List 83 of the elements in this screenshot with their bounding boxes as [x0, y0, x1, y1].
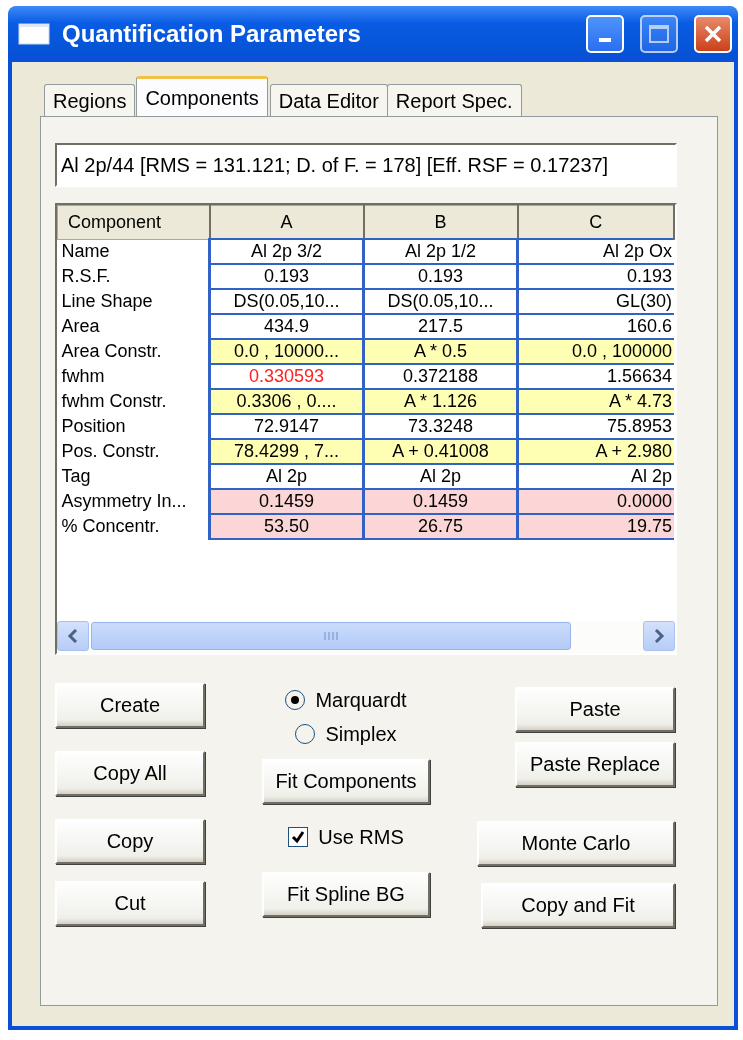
scroll-thumb[interactable] — [91, 622, 571, 650]
table-cell[interactable]: A + 0.41008 — [363, 439, 518, 464]
table-cell[interactable]: 0.193 — [517, 264, 674, 289]
table-cell[interactable]: 75.8953 — [517, 414, 674, 439]
close-button[interactable] — [694, 15, 732, 53]
maximize-icon — [648, 24, 670, 44]
table-cell[interactable]: 0.193 — [363, 264, 518, 289]
row-label: Asymmetry In... — [57, 489, 210, 514]
table-cell[interactable]: Al 2p — [209, 464, 364, 489]
table-cell[interactable]: 73.3248 — [363, 414, 518, 439]
radio-button[interactable] — [285, 690, 306, 710]
action-button[interactable]: Create — [55, 683, 205, 728]
tab[interactable]: Data Editor — [269, 84, 388, 116]
table-cell[interactable]: DS(0.05,10... — [209, 289, 364, 314]
table-cell[interactable]: A * 4.73 — [517, 389, 674, 414]
table-cell[interactable]: 78.4299 , 7... — [209, 439, 364, 464]
table-cell[interactable]: A * 0.5 — [363, 339, 518, 364]
tab[interactable]: Report Spec. — [386, 84, 522, 116]
radio-button[interactable] — [295, 724, 316, 744]
action-button[interactable]: Copy All — [55, 751, 205, 796]
row-label: Area — [57, 314, 210, 339]
table-cell[interactable]: 0.1459 — [209, 489, 364, 514]
action-button[interactable]: Copy — [55, 819, 205, 864]
column-header[interactable]: C — [517, 205, 674, 239]
column-header[interactable]: B — [363, 205, 518, 239]
table-cell[interactable]: Al 2p Ox — [517, 239, 674, 264]
tab[interactable]: Regions — [44, 84, 136, 116]
close-icon — [702, 23, 724, 45]
minimize-button[interactable] — [586, 15, 624, 53]
action-button[interactable]: Copy and Fit — [481, 883, 675, 928]
table-cell[interactable]: 217.5 — [363, 314, 518, 339]
table-cell[interactable]: GL(30) — [517, 289, 674, 314]
fit-components-button[interactable]: Fit Components — [262, 759, 430, 804]
table-cell[interactable]: 0.330593 — [209, 364, 364, 389]
table-cell[interactable]: 0.0 , 100000 — [517, 339, 674, 364]
table-cell[interactable]: 0.0000 — [517, 489, 674, 514]
column-header[interactable]: Component — [57, 205, 210, 239]
table-cell[interactable]: DS(0.05,10... — [363, 289, 518, 314]
column-header[interactable]: A — [209, 205, 364, 239]
table-cell[interactable]: 0.1459 — [363, 489, 518, 514]
radio-label: Marquardt — [315, 688, 407, 712]
row-label: fwhm Constr. — [57, 389, 210, 414]
row-label: Line Shape — [57, 289, 210, 314]
minimize-icon — [599, 38, 611, 42]
table-cell[interactable]: 0.372188 — [363, 364, 518, 389]
table-cell[interactable]: 434.9 — [209, 314, 364, 339]
table-cell[interactable]: 26.75 — [363, 514, 518, 539]
table-cell[interactable]: 1.56634 — [517, 364, 674, 389]
action-button[interactable]: Paste Replace — [515, 742, 675, 787]
table-cell[interactable]: 19.75 — [517, 514, 674, 539]
table-cell[interactable]: 0.0 , 10000... — [209, 339, 364, 364]
fit-spline-button[interactable]: Fit Spline BG — [262, 872, 430, 917]
row-label: Area Constr. — [57, 339, 210, 364]
window-title: Quantification Parameters — [62, 20, 362, 48]
row-label: Tag — [57, 464, 210, 489]
table-cell[interactable]: 53.50 — [209, 514, 364, 539]
row-label: fwhm — [57, 364, 210, 389]
table-cell[interactable]: 0.193 — [209, 264, 364, 289]
table-cell[interactable]: 160.6 — [517, 314, 674, 339]
window-icon — [18, 23, 50, 45]
row-label: Position — [57, 414, 210, 439]
action-button[interactable]: Cut — [55, 881, 205, 926]
row-label: Pos. Constr. — [57, 439, 210, 464]
table-cell[interactable]: Al 2p — [517, 464, 674, 489]
radio-label: Simplex — [325, 722, 397, 746]
tab[interactable]: Components — [136, 76, 268, 116]
row-label: % Concentr. — [57, 514, 210, 539]
row-label: Name — [57, 239, 210, 264]
action-button[interactable]: Monte Carlo — [477, 821, 675, 866]
table-cell[interactable]: A * 1.126 — [363, 389, 518, 414]
action-button[interactable]: Paste — [515, 687, 675, 732]
table-cell[interactable]: Al 2p 3/2 — [209, 239, 364, 264]
table-cell[interactable]: Al 2p — [363, 464, 518, 489]
table-cell[interactable]: 72.9147 — [209, 414, 364, 439]
horizontal-scrollbar[interactable] — [57, 621, 675, 653]
maximize-button[interactable] — [640, 15, 678, 53]
summary-field[interactable]: Al 2p/44 [RMS = 131.121; D. of F. = 178] [Eff. RSF = 0.17237] — [55, 143, 677, 187]
checkbox[interactable] — [288, 827, 309, 847]
row-label: R.S.F. — [57, 264, 210, 289]
table-cell[interactable]: 0.3306 , 0.... — [209, 389, 364, 414]
table-cell[interactable]: A + 2.980 — [517, 439, 674, 464]
table-cell[interactable]: Al 2p 1/2 — [363, 239, 518, 264]
checkbox-label: Use RMS — [318, 825, 404, 849]
